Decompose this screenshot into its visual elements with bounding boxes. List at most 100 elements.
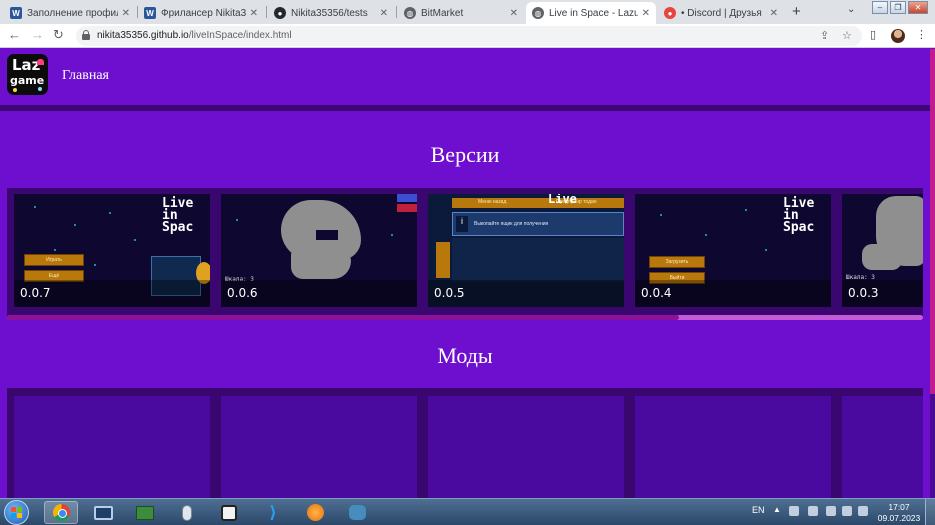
kebab-menu-icon[interactable]: ⋮ (916, 28, 927, 41)
tab-3[interactable]: ◍ BitMarket ✕ (398, 2, 524, 24)
version-card-0-0-6[interactable]: Шкала: 3 0.0.6 (221, 194, 417, 307)
close-icon[interactable]: ✕ (122, 8, 130, 19)
asteroid-shape (862, 244, 902, 270)
show-desktop-button[interactable] (925, 499, 935, 525)
taskbar-pad-app[interactable] (212, 501, 246, 524)
taskbar-clock[interactable]: 17:07 09.07.2023 (875, 502, 923, 524)
discord-icon: ● (664, 7, 676, 19)
game-title-fragment: Live (548, 194, 577, 206)
close-icon[interactable]: ✕ (380, 8, 388, 19)
tab-label: Фрилансер Nikita3535 (161, 7, 246, 19)
new-tab-button[interactable]: + (792, 3, 801, 20)
taskbar-monitor-app[interactable] (86, 501, 120, 524)
word-icon: W (10, 7, 22, 19)
version-label: 0.0.6 (227, 286, 258, 300)
tray-signal-icon[interactable] (858, 506, 868, 516)
terminal-icon (136, 505, 154, 520)
mod-card[interactable] (221, 396, 417, 500)
tab-separator (396, 6, 397, 18)
bookmark-star-icon[interactable]: ☆ (842, 29, 852, 42)
page-scrollbar[interactable] (930, 49, 935, 498)
mouse-icon (182, 504, 192, 521)
mods-carousel[interactable] (7, 388, 923, 500)
sidebar-panel-icon[interactable]: ▯ (870, 28, 876, 41)
globe-icon: ◍ (532, 7, 544, 19)
carousel-scrollbar-thumb[interactable] (7, 315, 679, 320)
game-popup-text: Выкопайте ящик для получения (474, 221, 549, 227)
tray-app-icon[interactable] (789, 506, 799, 516)
version-card-0-0-4[interactable]: Live in Spac Загрузить Выйти 0.0.4 (635, 194, 831, 307)
tab-1[interactable]: W Фрилансер Nikita3535 ✕ (138, 2, 264, 24)
taskbar-godot[interactable] (340, 501, 374, 524)
word-icon: W (144, 7, 156, 19)
reload-icon[interactable]: ↻ (53, 27, 64, 43)
start-button[interactable] (4, 500, 29, 525)
version-label: 0.0.3 (848, 286, 879, 300)
site-logo[interactable]: Laz game (7, 54, 48, 95)
close-icon[interactable]: ✕ (250, 8, 258, 19)
tab-5[interactable]: ● • Discord | Друзья ✕ (658, 2, 784, 24)
mod-card[interactable] (14, 396, 210, 500)
restore-button[interactable]: ❐ (890, 1, 906, 14)
star (74, 224, 76, 226)
chevron-down-icon[interactable]: ⌄ (847, 4, 855, 15)
page-scrollbar-thumb[interactable] (930, 49, 935, 394)
site-header: Laz game Главная (0, 49, 930, 105)
tray-expand-icon[interactable]: ▲ (773, 505, 781, 514)
mod-card[interactable] (842, 396, 923, 500)
tab-label: BitMarket (421, 7, 464, 19)
vscode-icon: ⟩ (269, 502, 277, 522)
star (54, 249, 56, 251)
clock-time: 17:07 (888, 502, 910, 512)
nav-home-link[interactable]: Главная (62, 68, 109, 84)
back-arrow-icon[interactable]: ← (8, 27, 21, 42)
taskbar-chrome[interactable] (44, 501, 78, 524)
close-icon[interactable]: ✕ (770, 8, 778, 19)
minimize-button[interactable]: – (872, 1, 888, 14)
tray-security-icon[interactable] (842, 506, 852, 516)
logo-text-bottom: game (10, 74, 45, 87)
version-card-0-0-3[interactable]: Шкала: 3 0.0.3 (842, 194, 923, 307)
taskbar-mouse-app[interactable] (170, 501, 204, 524)
info-icon: i (456, 216, 468, 232)
game-title-art: Live in Spac (162, 197, 193, 234)
taskbar-vscode[interactable]: ⟩ (256, 501, 290, 524)
close-window-button[interactable]: ✕ (908, 1, 928, 14)
star (765, 249, 767, 251)
taskbar-terminal-app[interactable] (128, 501, 162, 524)
tab-4[interactable]: ◍ Live in Space - Lazuwid ✕ (526, 2, 656, 24)
star (236, 219, 238, 221)
header-divider (0, 105, 930, 111)
url-text[interactable]: nikita35356.github.io/liveInSpace/index.… (97, 30, 292, 41)
close-icon[interactable]: ✕ (642, 8, 650, 19)
tab-0[interactable]: W Заполнение профиля ✕ (4, 2, 136, 24)
mod-card[interactable] (428, 396, 624, 500)
star (134, 239, 136, 241)
monitor-icon (93, 505, 113, 520)
version-card-0-0-7[interactable]: Live in Spac Играть Ещё 0.0.7 (14, 194, 210, 307)
star (745, 209, 747, 211)
close-icon[interactable]: ✕ (510, 8, 518, 19)
forward-arrow-icon[interactable]: → (31, 27, 44, 42)
game-panel (452, 238, 624, 282)
mod-card[interactable] (635, 396, 831, 500)
github-icon: ● (274, 7, 286, 19)
tab-label: Live in Space - Lazuwid (549, 7, 638, 19)
tray-network-icon[interactable] (826, 506, 836, 516)
tray-app-icon[interactable] (808, 506, 818, 516)
star (34, 206, 36, 208)
tab-2[interactable]: ● Nikita35356/tests ✕ (268, 2, 394, 24)
versions-carousel[interactable]: Live in Spac Играть Ещё 0.0.7 Шкала: 3 0… (7, 188, 923, 318)
taskbar-flstudio[interactable] (298, 501, 332, 524)
gamepad-icon (221, 504, 237, 521)
share-icon[interactable]: ⇪ (820, 29, 829, 42)
tab-label: Nikita35356/tests (291, 7, 368, 19)
hud-bar (397, 194, 417, 202)
godot-icon (348, 505, 366, 520)
version-card-0-0-5[interactable]: Меню назад Предпринр тодан Live i Выкопа… (428, 194, 624, 307)
asteroid-hole (316, 230, 338, 240)
avatar[interactable] (891, 29, 905, 43)
address-bar[interactable]: nikita35356.github.io/liveInSpace/index.… (76, 26, 862, 46)
language-indicator[interactable]: EN (752, 505, 765, 515)
game-title-art: Live in Spac (783, 197, 814, 234)
